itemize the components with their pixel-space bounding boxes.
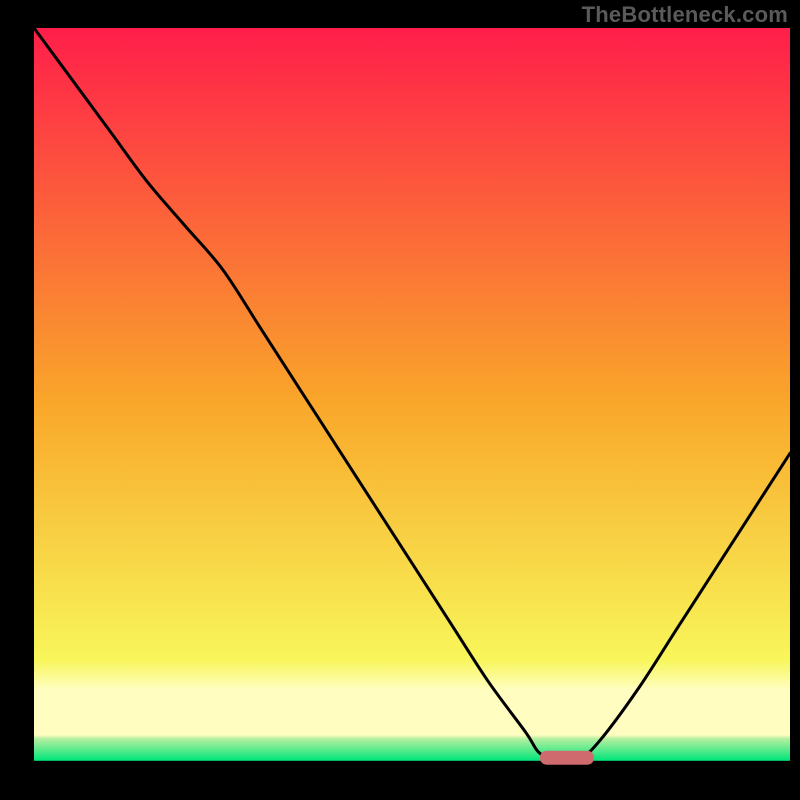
chart-frame: { "watermark": "TheBottleneck.com", "col…	[0, 0, 800, 800]
plot-background	[34, 28, 790, 780]
optimum-marker	[541, 751, 594, 764]
bottleneck-chart	[0, 0, 800, 800]
